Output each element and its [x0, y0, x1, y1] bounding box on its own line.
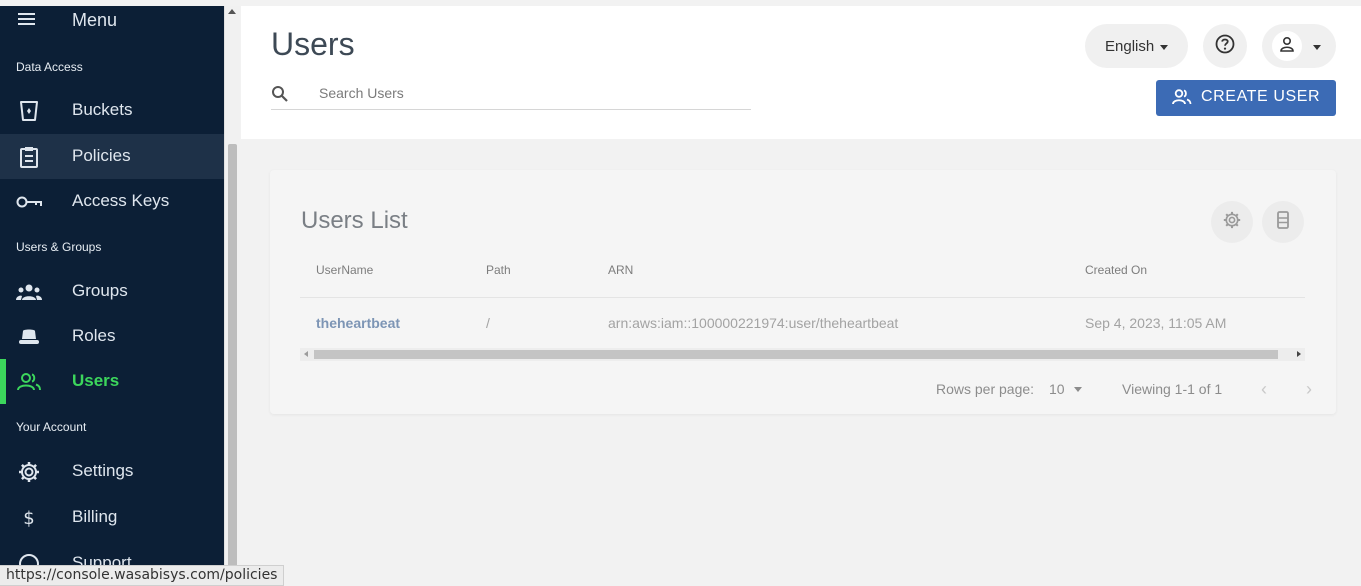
account-menu-button[interactable]: [1262, 24, 1336, 68]
horizontal-scroll-thumb[interactable]: [314, 350, 1278, 359]
sidebar-item-policies[interactable]: Policies: [0, 134, 224, 179]
bucket-icon: [16, 98, 42, 124]
gear-icon: [1223, 211, 1241, 234]
gear-icon: [16, 459, 42, 485]
rows-per-page-label: Rows per page:: [936, 381, 1035, 397]
section-users-groups: Users & Groups: [16, 240, 102, 254]
sidebar: Menu Data Access Buckets Policies Access…: [0, 6, 224, 586]
sidebar-item-access-keys[interactable]: Access Keys: [0, 179, 224, 224]
column-header-arn[interactable]: ARN: [608, 263, 633, 277]
help-button[interactable]: [1203, 24, 1247, 68]
column-header-path[interactable]: Path: [486, 263, 511, 277]
users-icon: [16, 369, 42, 395]
person-icon: [1279, 36, 1295, 57]
search-input[interactable]: [319, 81, 739, 105]
language-label: English: [1105, 38, 1155, 55]
scroll-up-arrow-icon[interactable]: [228, 9, 236, 14]
sidebar-item-billing[interactable]: $ Billing: [0, 495, 224, 540]
next-page-button[interactable]: ›: [1306, 379, 1312, 400]
previous-page-button[interactable]: ‹: [1261, 379, 1267, 400]
table-settings-button[interactable]: [1211, 201, 1253, 243]
page-header: Users English CREATE USER: [241, 6, 1361, 139]
menu-toggle[interactable]: Menu: [0, 6, 224, 34]
create-user-button[interactable]: CREATE USER: [1156, 80, 1336, 116]
active-indicator: [0, 359, 6, 404]
sidebar-item-label: Users: [72, 371, 120, 390]
sidebar-item-label: Groups: [72, 281, 128, 300]
rows-per-page-select[interactable]: 10: [1049, 381, 1065, 397]
sidebar-scrollbar[interactable]: [224, 6, 240, 586]
column-view-button[interactable]: [1262, 201, 1304, 243]
users-list-card: Users List UserName Path ARN Created On …: [270, 170, 1336, 414]
language-selector[interactable]: English: [1085, 24, 1188, 68]
sidebar-item-label: Access Keys: [72, 191, 170, 210]
viewing-range: Viewing 1-1 of 1: [1122, 381, 1223, 397]
sidebar-item-roles[interactable]: Roles: [0, 314, 224, 359]
hamburger-icon: [18, 12, 35, 31]
page-title: Users: [271, 26, 355, 62]
create-user-label: CREATE USER: [1201, 88, 1321, 105]
card-title: Users List: [301, 207, 408, 234]
menu-label: Menu: [72, 10, 118, 30]
sidebar-item-label: Settings: [72, 461, 134, 480]
column-header-username[interactable]: UserName: [316, 263, 373, 277]
groups-icon: [16, 279, 42, 305]
scrollbar-thumb[interactable]: [228, 144, 237, 574]
table-horizontal-scrollbar[interactable]: [300, 348, 1305, 361]
header-divider: [300, 297, 1305, 298]
avatar: [1272, 31, 1302, 61]
search-icon: [271, 85, 289, 108]
status-bar-url: https://console.wasabisys.com/policies: [0, 565, 285, 586]
caret-down-icon[interactable]: [1074, 387, 1082, 392]
sidebar-item-label: Buckets: [72, 100, 133, 119]
sidebar-item-groups[interactable]: Groups: [0, 269, 224, 314]
sidebar-item-buckets[interactable]: Buckets: [0, 88, 224, 133]
caret-down-icon: [1313, 45, 1321, 50]
sidebar-item-label: Roles: [72, 326, 116, 345]
clipboard-icon: [16, 144, 42, 170]
cell-arn: arn:aws:iam::100000221974:user/theheartb…: [608, 315, 899, 331]
help-icon: [1215, 34, 1235, 59]
sidebar-item-label: Policies: [72, 146, 131, 165]
column-header-created-on[interactable]: Created On: [1085, 263, 1147, 277]
section-your-account: Your Account: [16, 420, 87, 434]
cell-username[interactable]: theheartbeat: [316, 315, 400, 331]
cell-created-on: Sep 4, 2023, 11:05 AM: [1085, 315, 1227, 331]
scroll-left-arrow-icon[interactable]: [304, 351, 308, 357]
cell-path: /: [486, 315, 490, 331]
scroll-right-arrow-icon[interactable]: [1297, 351, 1301, 357]
add-users-icon: [1172, 89, 1192, 110]
sidebar-item-users[interactable]: Users: [0, 359, 224, 404]
hat-icon: [16, 324, 42, 350]
key-icon: [16, 189, 42, 215]
view-columns-icon: [1277, 210, 1289, 234]
sidebar-item-label: Billing: [72, 507, 118, 526]
section-data-access: Data Access: [16, 60, 83, 74]
sidebar-item-settings[interactable]: Settings: [0, 449, 224, 494]
search-bar: [271, 79, 751, 110]
caret-down-icon: [1160, 45, 1168, 50]
dollar-icon: $: [23, 507, 35, 529]
